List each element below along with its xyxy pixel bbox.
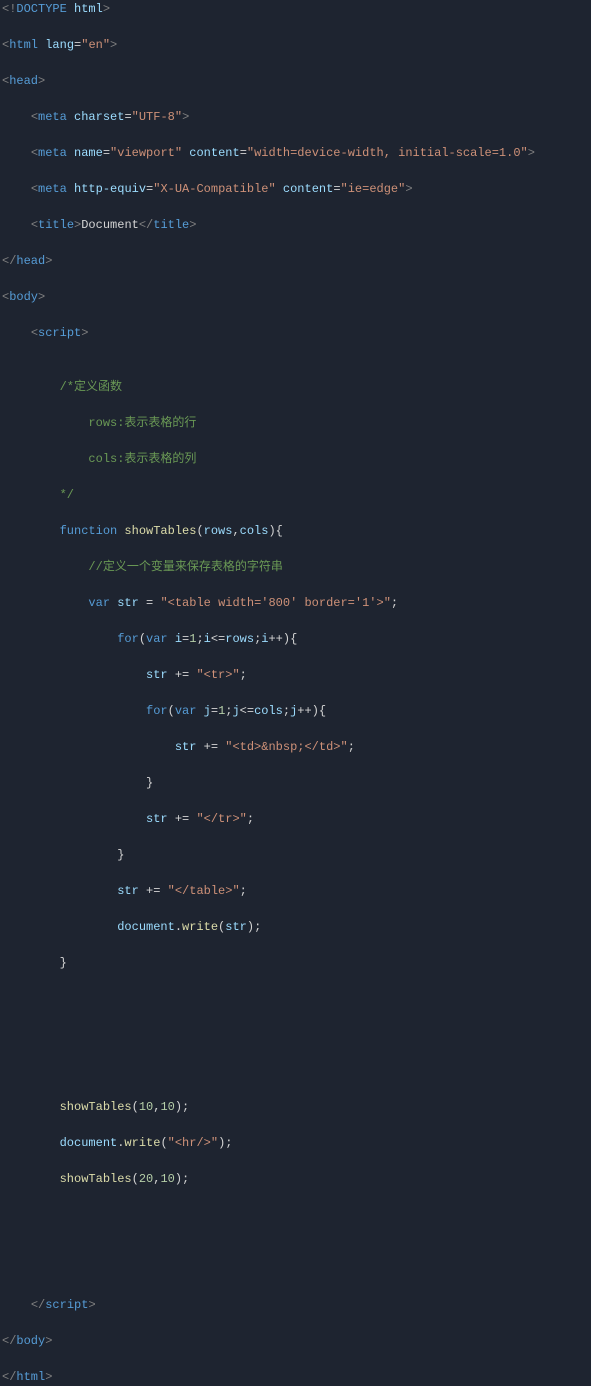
code-line: for(var i=1;i<=rows;i++){ xyxy=(0,630,591,648)
code-line: </html> xyxy=(0,1368,591,1386)
empty-line xyxy=(0,1260,591,1278)
code-line: </body> xyxy=(0,1332,591,1350)
comment-line: rows:表示表格的行 xyxy=(0,414,591,432)
empty-line xyxy=(0,1080,591,1098)
empty-line xyxy=(0,1188,591,1206)
empty-line xyxy=(0,1278,591,1296)
empty-line xyxy=(0,198,591,216)
code-editor[interactable]: <!DOCTYPE html> <html lang="en"> <head> … xyxy=(0,0,591,1386)
empty-line xyxy=(0,162,591,180)
empty-line xyxy=(0,1314,591,1332)
empty-line xyxy=(0,234,591,252)
code-line: } xyxy=(0,954,591,972)
code-line: showTables(10,10); xyxy=(0,1098,591,1116)
empty-line xyxy=(0,828,591,846)
empty-line xyxy=(0,792,591,810)
code-line: } xyxy=(0,846,591,864)
empty-line xyxy=(0,432,591,450)
code-line: </script> xyxy=(0,1296,591,1314)
code-line: <body> xyxy=(0,288,591,306)
empty-line xyxy=(0,612,591,630)
empty-line xyxy=(0,1224,591,1242)
empty-line xyxy=(0,396,591,414)
empty-line xyxy=(0,684,591,702)
empty-line xyxy=(0,1350,591,1368)
empty-line xyxy=(0,1008,591,1026)
empty-line xyxy=(0,126,591,144)
empty-line xyxy=(0,1044,591,1062)
empty-line xyxy=(0,270,591,288)
code-line: <!DOCTYPE html> xyxy=(0,0,591,18)
empty-line xyxy=(0,972,591,990)
code-line: <meta charset="UTF-8"> xyxy=(0,108,591,126)
comment-line: */ xyxy=(0,486,591,504)
empty-line xyxy=(0,900,591,918)
empty-line xyxy=(0,90,591,108)
empty-line xyxy=(0,1026,591,1044)
empty-line xyxy=(0,936,591,954)
code-line: for(var j=1;j<=cols;j++){ xyxy=(0,702,591,720)
empty-line xyxy=(0,864,591,882)
empty-line xyxy=(0,504,591,522)
empty-line xyxy=(0,306,591,324)
code-line: str += "</table>"; xyxy=(0,882,591,900)
code-line: document.write("<hr/>"); xyxy=(0,1134,591,1152)
empty-line xyxy=(0,1152,591,1170)
empty-line xyxy=(0,720,591,738)
empty-line xyxy=(0,756,591,774)
code-line: <meta name="viewport" content="width=dev… xyxy=(0,144,591,162)
empty-line xyxy=(0,648,591,666)
code-line: showTables(20,10); xyxy=(0,1170,591,1188)
code-line: str += "</tr>"; xyxy=(0,810,591,828)
comment-line: cols:表示表格的列 xyxy=(0,450,591,468)
empty-line xyxy=(0,540,591,558)
empty-line xyxy=(0,468,591,486)
code-line: </head> xyxy=(0,252,591,270)
empty-line xyxy=(0,360,591,378)
empty-line xyxy=(0,1242,591,1260)
comment-line: //定义一个变量来保存表格的字符串 xyxy=(0,558,591,576)
code-line: <script> xyxy=(0,324,591,342)
code-line: <meta http-equiv="X-UA-Compatible" conte… xyxy=(0,180,591,198)
code-line: var str = "<table width='800' border='1'… xyxy=(0,594,591,612)
code-line: function showTables(rows,cols){ xyxy=(0,522,591,540)
code-line: str += "<td>&nbsp;</td>"; xyxy=(0,738,591,756)
empty-line xyxy=(0,1062,591,1080)
empty-line xyxy=(0,18,591,36)
empty-line xyxy=(0,1206,591,1224)
code-line: } xyxy=(0,774,591,792)
code-line: str += "<tr>"; xyxy=(0,666,591,684)
empty-line xyxy=(0,576,591,594)
code-line: <head> xyxy=(0,72,591,90)
empty-line xyxy=(0,54,591,72)
code-line: document.write(str); xyxy=(0,918,591,936)
empty-line xyxy=(0,342,591,360)
comment-line: /*定义函数 xyxy=(0,378,591,396)
empty-line xyxy=(0,990,591,1008)
code-line: <html lang="en"> xyxy=(0,36,591,54)
code-line: <title>Document</title> xyxy=(0,216,591,234)
empty-line xyxy=(0,1116,591,1134)
